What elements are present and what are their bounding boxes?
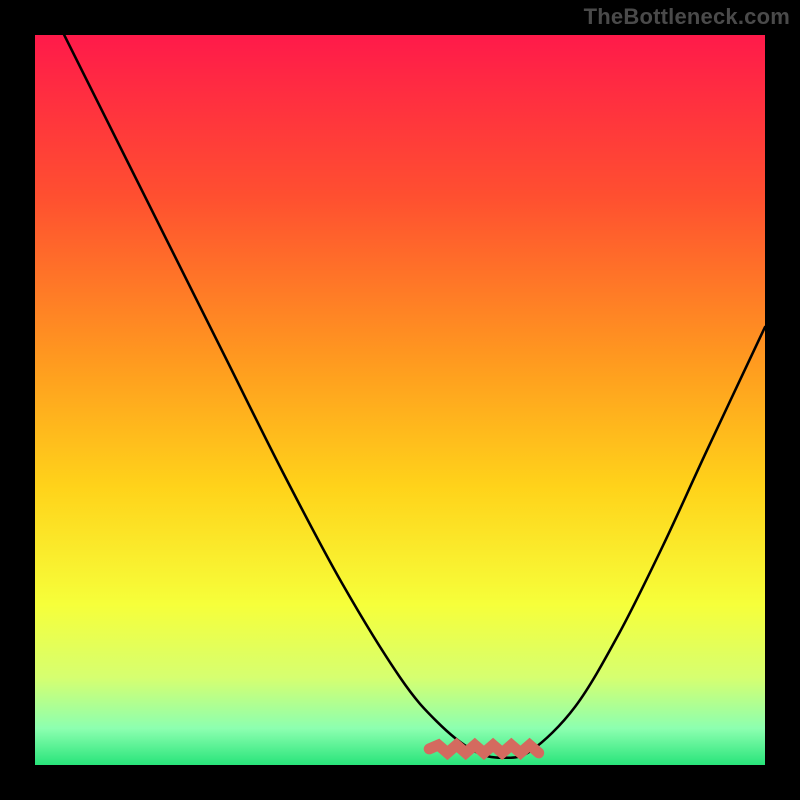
- optimal-zone-marker: [429, 745, 539, 753]
- watermark-text: TheBottleneck.com: [584, 4, 790, 30]
- bottleneck-curve: [35, 0, 765, 758]
- chart-frame: TheBottleneck.com: [0, 0, 800, 800]
- plot-area: [35, 35, 765, 765]
- curve-layer: [35, 35, 765, 765]
